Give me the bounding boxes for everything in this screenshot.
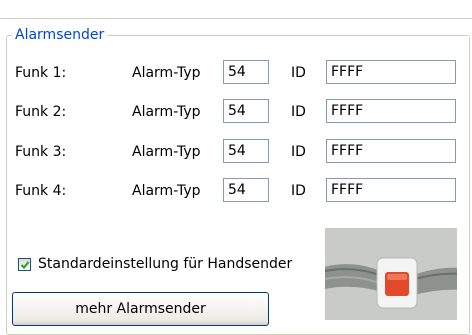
funk-row-3: Funk 3: Alarm-Typ ID	[0, 139, 472, 167]
funk-row-2: Funk 2: Alarm-Typ ID	[0, 99, 472, 127]
alarm-typ-label: Alarm-Typ	[132, 104, 201, 120]
alarm-typ-label: Alarm-Typ	[132, 144, 201, 160]
wristband-transmitter-photo	[325, 228, 457, 320]
id-label: ID	[291, 65, 306, 81]
id-label: ID	[291, 144, 306, 160]
standard-handsender-checkbox[interactable]	[18, 258, 31, 271]
panel-top-edge	[0, 0, 472, 19]
id-input[interactable]	[326, 99, 456, 123]
funk-label: Funk 4:	[15, 183, 67, 199]
funk-row-1: Funk 1: Alarm-Typ ID	[0, 60, 472, 88]
mehr-alarmsender-button[interactable]: mehr Alarmsender	[12, 292, 269, 326]
group-title: Alarmsender	[12, 26, 108, 44]
funk-label: Funk 2:	[15, 104, 67, 120]
alarm-typ-input[interactable]	[223, 60, 269, 84]
funk-label: Funk 1:	[15, 65, 67, 81]
alarm-typ-input[interactable]	[223, 178, 269, 202]
alarm-typ-label: Alarm-Typ	[132, 65, 201, 81]
checkmark-icon	[20, 261, 30, 269]
id-input[interactable]	[326, 60, 456, 84]
id-label: ID	[291, 104, 306, 120]
wristband-icon	[325, 228, 457, 320]
id-input[interactable]	[326, 139, 456, 163]
id-label: ID	[291, 183, 306, 199]
funk-label: Funk 3:	[15, 144, 67, 160]
alarm-typ-label: Alarm-Typ	[132, 183, 201, 199]
id-input[interactable]	[326, 178, 456, 202]
standard-handsender-label[interactable]: Standardeinstellung für Handsender	[38, 256, 292, 272]
funk-row-4: Funk 4: Alarm-Typ ID	[0, 178, 472, 206]
alarm-typ-input[interactable]	[223, 99, 269, 123]
alarm-typ-input[interactable]	[223, 139, 269, 163]
